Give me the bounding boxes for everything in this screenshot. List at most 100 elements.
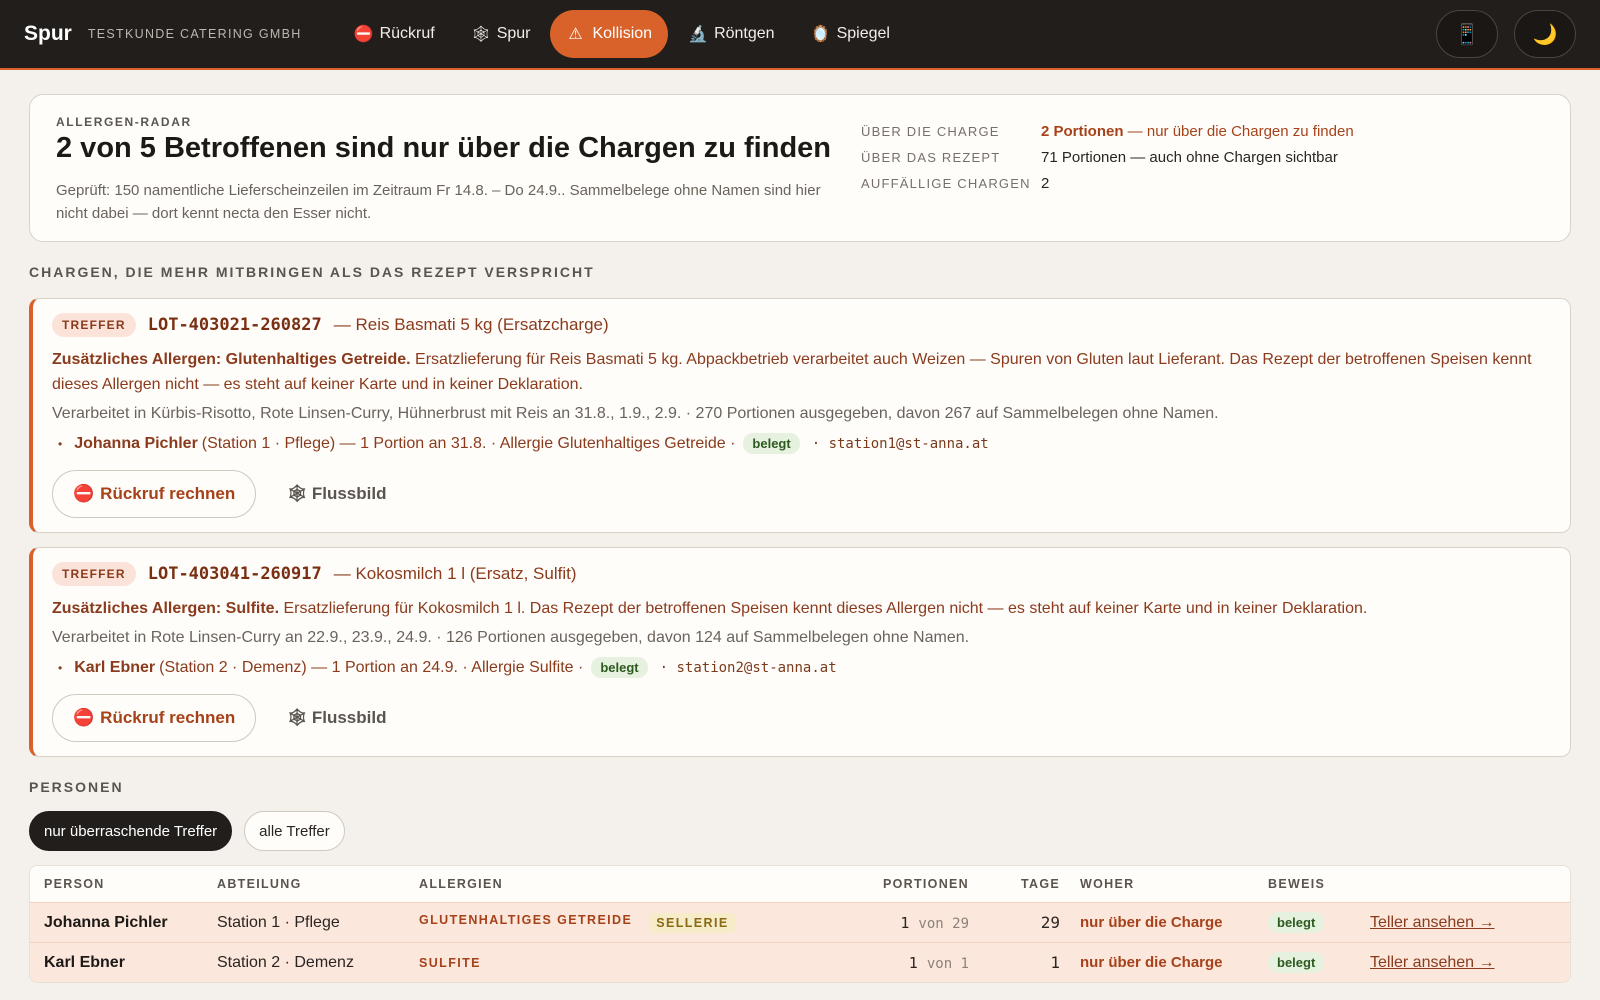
allergen-tag: GLUTENHALTIGES GETREIDE xyxy=(419,912,633,927)
person-detail: (Station 2 · Demenz) — 1 Portion an 24.9… xyxy=(159,658,584,676)
stat-value: 2 xyxy=(1041,174,1050,192)
hit-usage: Verarbeitet in Rote Linsen-Curry an 22.9… xyxy=(52,629,970,646)
button-label: Flussbild xyxy=(311,708,387,727)
top-right-controls: 📱 🌙 xyxy=(1436,10,1576,58)
stat-value: 2 Portionen — nur über die Chargen zu fi… xyxy=(1041,123,1354,140)
stat-label: AUFFÄLLIGE CHARGEN xyxy=(861,175,1031,191)
stat-value: 71 Portionen — auch ohne Chargen sichtba… xyxy=(1041,148,1338,166)
nav-kollision[interactable]: ⚠ Kollision xyxy=(550,10,669,58)
cell-department: Station 1 · Pflege xyxy=(217,913,340,931)
col-header-person[interactable]: PERSON xyxy=(30,877,217,891)
teller-ansehen-link[interactable]: Teller ansehen → xyxy=(1370,954,1495,971)
nav-spur[interactable]: 🕸 Spur xyxy=(455,10,547,58)
col-header-portionen[interactable]: PORTIONEN xyxy=(849,877,969,891)
allergen-radar-summary: ALLERGEN-RADAR 2 von 5 Betroffenen sind … xyxy=(29,94,1571,242)
person-detail: (Station 1 · Pflege) — 1 Portion an 31.8… xyxy=(201,434,736,452)
table-row[interactable]: Johanna Pichler Station 1 · Pflege GLUTE… xyxy=(30,902,1570,942)
person-email[interactable]: · station1@st-anna.at xyxy=(812,436,989,452)
nav-roentgen[interactable]: 🔬 Röntgen xyxy=(672,10,791,58)
col-header-abteilung[interactable]: ABTEILUNG xyxy=(217,877,419,891)
no-entry-icon: ⛔ xyxy=(73,708,95,727)
hit-usage: Verarbeitet in Kürbis-Risotto, Rote Lins… xyxy=(52,405,1219,422)
stat-label: ÜBER DIE CHARGE xyxy=(861,123,1000,139)
person-email[interactable]: · station2@st-anna.at xyxy=(660,660,837,676)
allergen-headline: Zusätzliches Allergen: Sulfite. xyxy=(52,600,280,617)
no-entry-icon: ⛔ xyxy=(353,26,374,43)
hit-actions: ⛔ Rückruf rechnen 🕸 Flussbild xyxy=(52,470,1550,518)
belegt-badge: belegt xyxy=(743,433,800,454)
filter-surprising-hits[interactable]: nur überraschende Treffer xyxy=(29,811,233,851)
allergen-explanation: Ersatzlieferung für Kokosmilch 1 l. Das … xyxy=(279,600,1368,617)
cell-portions: 1 von 29 xyxy=(849,914,969,932)
rueckruf-rechnen-button[interactable]: ⛔ Rückruf rechnen xyxy=(52,470,257,518)
hit-header: TREFFER LOT-403041-260917 — Kokosmilch 1… xyxy=(52,562,1550,586)
theme-toggle-button[interactable]: 🌙 xyxy=(1514,10,1576,58)
cell-source: nur über die Charge xyxy=(1080,914,1223,931)
stat-label: ÜBER DAS REZEPT xyxy=(861,149,1001,165)
belegt-badge: belegt xyxy=(1268,951,1325,973)
cell-allergens: SULFITE xyxy=(419,956,849,970)
cell-portions: 1 von 1 xyxy=(849,954,969,972)
mobile-view-button[interactable]: 📱 xyxy=(1436,10,1498,58)
cell-evidence: belegt xyxy=(1268,911,1370,933)
person-name[interactable]: Johanna Pichler xyxy=(74,435,198,453)
portions-total: von 29 xyxy=(918,915,969,932)
flussbild-button[interactable]: 🕸 Flussbild xyxy=(286,484,386,504)
top-bar: Spur TESTKUNDE CATERING GMBH ⛔ Rückruf 🕸… xyxy=(0,0,1600,70)
stat-value-strong: 2 Portionen xyxy=(1041,122,1124,140)
nav-label: Röntgen xyxy=(714,25,775,42)
teller-ansehen-link[interactable]: Teller ansehen → xyxy=(1370,914,1495,931)
rueckruf-rechnen-button[interactable]: ⛔ Rückruf rechnen xyxy=(52,694,257,742)
summary-description: Geprüft: 150 namentliche Lieferscheinzei… xyxy=(56,181,821,222)
hit-allergen-text: Zusätzliches Allergen: Glutenhaltiges Ge… xyxy=(52,347,1550,397)
bullet-icon: • xyxy=(58,436,63,451)
cell-action: Teller ansehen → xyxy=(1370,914,1550,932)
col-header-allergien[interactable]: ALLERGIEN xyxy=(419,877,849,891)
treffer-badge: TREFFER xyxy=(52,313,136,337)
person-name[interactable]: Karl Ebner xyxy=(74,659,155,677)
spider-web-icon: 🕸 xyxy=(286,708,308,727)
section-title-personen: PERSONEN xyxy=(29,779,124,795)
spider-web-icon: 🕸 xyxy=(286,484,308,503)
main-nav: ⛔ Rückruf 🕸 Spur ⚠ Kollision 🔬 Röntgen 🪞… xyxy=(338,10,906,58)
col-header-beweis[interactable]: BEWEIS xyxy=(1268,877,1370,891)
stat-value-rest: — nur über die Chargen zu finden xyxy=(1123,122,1354,140)
nav-label: Spur xyxy=(496,25,531,42)
table-row[interactable]: Karl Ebner Station 2 · Demenz SULFITE 1 … xyxy=(30,942,1570,982)
nav-label: Spiegel xyxy=(836,25,890,42)
brand-logo[interactable]: Spur xyxy=(24,22,72,46)
lot-number[interactable]: LOT-403021-260827 xyxy=(148,315,322,335)
flussbild-button[interactable]: 🕸 Flussbild xyxy=(286,708,386,728)
col-header-tage[interactable]: TAGE xyxy=(969,877,1060,891)
summary-eyebrow: ALLERGEN-RADAR xyxy=(56,115,192,129)
belegt-badge: belegt xyxy=(591,657,648,678)
hit-allergen-text: Zusätzliches Allergen: Sulfite. Ersatzli… xyxy=(52,596,1550,621)
cell-days: 1 xyxy=(1050,953,1060,972)
filter-all-hits[interactable]: alle Treffer xyxy=(244,811,345,851)
allergen-headline: Zusätzliches Allergen: Glutenhaltiges Ge… xyxy=(52,351,411,368)
filter-chips: nur überraschende Treffer alle Treffer xyxy=(29,811,1571,851)
cell-department: Station 2 · Demenz xyxy=(217,953,354,971)
nav-spiegel[interactable]: 🪞 Spiegel xyxy=(795,10,906,58)
belegt-badge: belegt xyxy=(1268,911,1325,933)
lot-description: — Reis Basmati 5 kg (Ersatzcharge) xyxy=(333,315,609,334)
affected-person: • Karl Ebner (Station 2 · Demenz) — 1 Po… xyxy=(52,657,1550,678)
button-label: Flussbild xyxy=(311,484,387,503)
mirror-icon: 🪞 xyxy=(810,26,831,43)
button-label: Rückruf rechnen xyxy=(100,708,236,727)
nav-label: Kollision xyxy=(592,25,653,42)
cell-person: Johanna Pichler xyxy=(44,913,168,931)
customer-name: TESTKUNDE CATERING GMBH xyxy=(87,27,302,41)
bullet-icon: • xyxy=(58,660,63,675)
cell-person: Karl Ebner xyxy=(44,953,125,971)
summary-main: ALLERGEN-RADAR 2 von 5 Betroffenen sind … xyxy=(56,115,831,222)
cell-allergens: GLUTENHALTIGES GETREIDE SELLERIE xyxy=(419,912,849,933)
portions-count: 1 xyxy=(908,953,918,972)
cell-days: 29 xyxy=(1040,913,1060,932)
col-header-woher[interactable]: WOHER xyxy=(1060,877,1268,891)
charge-hit-card: TREFFER LOT-403021-260827 — Reis Basmati… xyxy=(29,298,1571,533)
lot-number[interactable]: LOT-403041-260917 xyxy=(148,564,322,584)
portions-count: 1 xyxy=(900,913,910,932)
nav-rueckruf[interactable]: ⛔ Rückruf xyxy=(338,10,451,58)
spider-web-icon: 🕸 xyxy=(470,26,491,43)
